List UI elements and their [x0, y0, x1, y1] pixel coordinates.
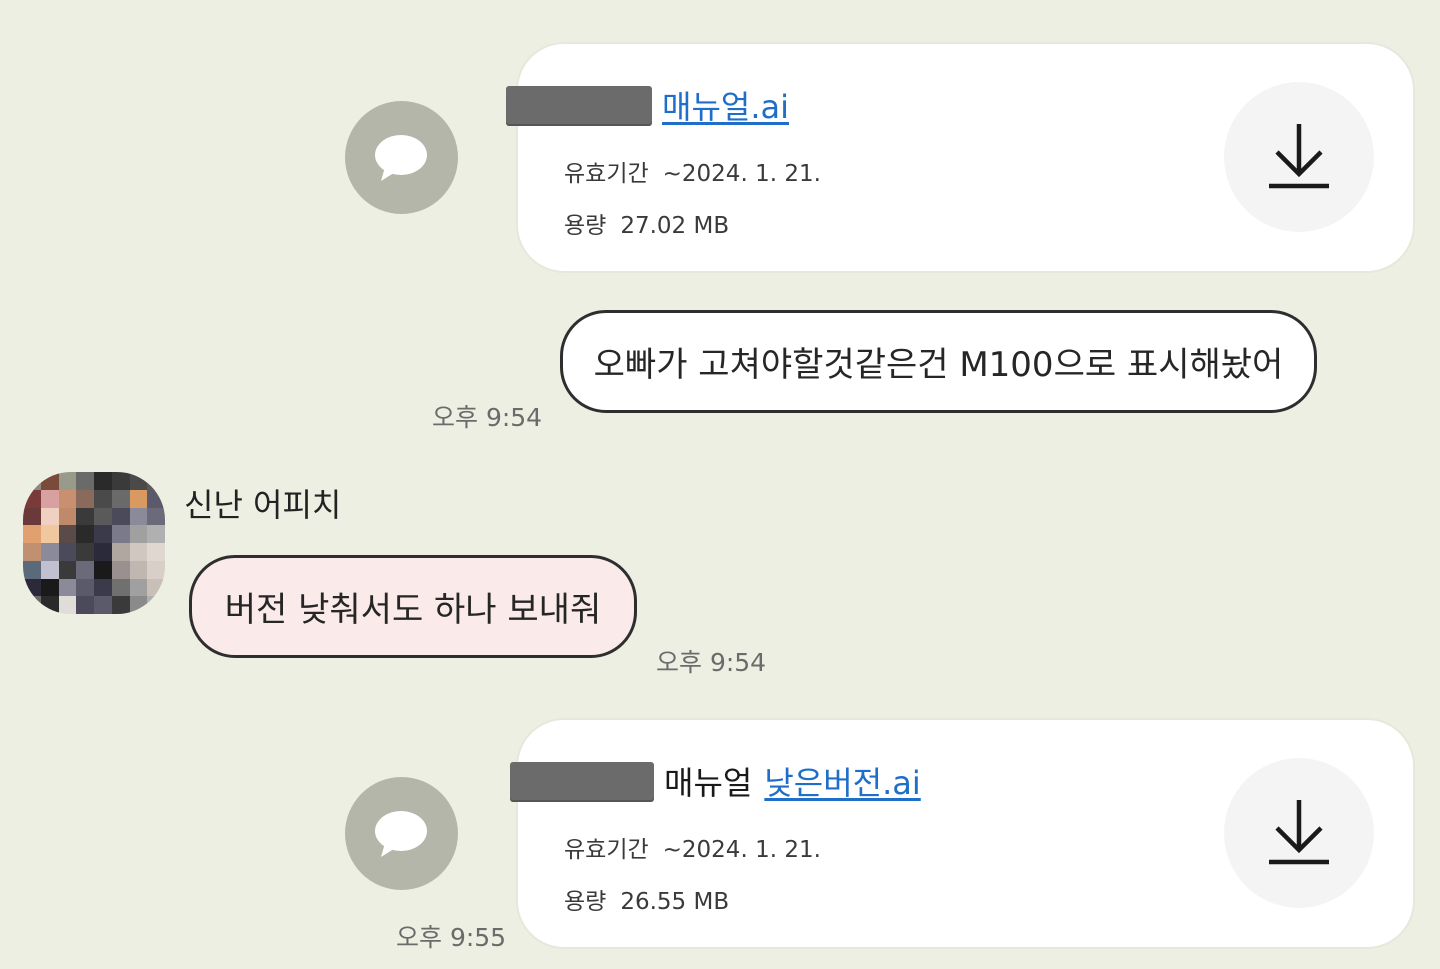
size-value: 26.55 MB — [620, 889, 730, 915]
redacted-text — [506, 86, 652, 124]
file-name: 매뉴얼 낮은버전.ai — [510, 758, 921, 804]
download-button[interactable] — [1224, 758, 1374, 908]
download-icon — [1269, 124, 1329, 189]
file-size: 용량 26.55 MB — [564, 882, 729, 916]
file-message-card[interactable]: 매뉴얼.ai 유효기간 ~2024. 1. 21. 용량 27.02 MB — [506, 42, 1415, 273]
message-time: 오후 9:54 — [656, 648, 767, 677]
download-button[interactable] — [1224, 82, 1374, 232]
file-expiry: 유효기간 ~2024. 1. 21. — [564, 830, 821, 864]
file-name-prefix: 매뉴얼 — [664, 764, 753, 802]
message-time: 오후 9:54 — [432, 403, 543, 432]
download-icon — [1269, 800, 1329, 865]
redacted-text — [510, 762, 654, 800]
file-link[interactable]: 낮은버전.ai — [764, 758, 920, 804]
speech-bubble-icon — [345, 777, 458, 890]
message-time: 오후 9:55 — [396, 923, 507, 952]
expiry-label: 유효기간 — [564, 837, 649, 863]
sender-name: 신난 어피치 — [184, 486, 342, 524]
expiry-value: ~2024. 1. 21. — [662, 161, 821, 187]
speech-bubble-icon — [345, 101, 458, 214]
size-value: 27.02 MB — [620, 213, 730, 239]
size-label: 용량 — [564, 889, 607, 915]
file-size: 용량 27.02 MB — [564, 206, 729, 240]
expiry-value: ~2024. 1. 21. — [662, 837, 821, 863]
file-name: 매뉴얼.ai — [506, 82, 789, 128]
expiry-label: 유효기간 — [564, 161, 649, 187]
incoming-message-bubble[interactable]: 버전 낮춰서도 하나 보내줘 — [189, 555, 637, 658]
file-link[interactable]: 매뉴얼.ai — [662, 82, 789, 128]
file-message-card[interactable]: 매뉴얼 낮은버전.ai 유효기간 ~2024. 1. 21. 용량 26.55 MB — [510, 718, 1415, 949]
file-expiry: 유효기간 ~2024. 1. 21. — [564, 154, 821, 188]
size-label: 용량 — [564, 213, 607, 239]
outgoing-message-bubble[interactable]: 오빠가 고쳐야할것같은건 M100으로 표시해놨어 — [560, 310, 1317, 413]
message-text: 오빠가 고쳐야할것같은건 M100으로 표시해놨어 — [593, 345, 1284, 385]
avatar[interactable] — [23, 472, 165, 614]
message-text: 버전 낮춰서도 하나 보내줘 — [224, 590, 602, 630]
